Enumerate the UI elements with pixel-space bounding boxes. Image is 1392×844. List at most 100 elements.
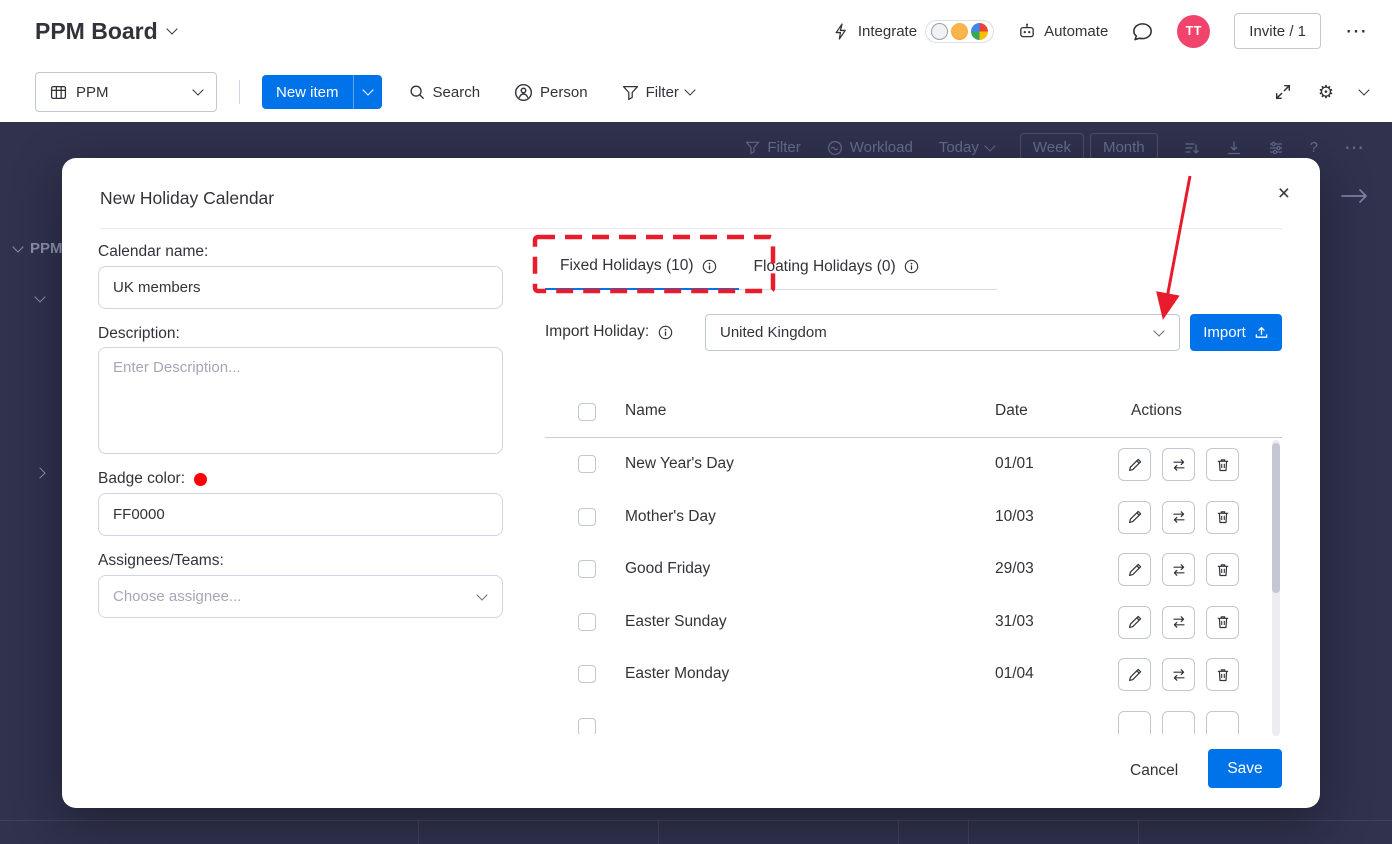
edit-button[interactable] [1118,501,1151,534]
sort-icon [1184,140,1200,156]
holiday-date: 01/04 [995,665,1034,683]
holiday-name: Easter Monday [625,665,729,683]
select-all-checkbox[interactable] [578,403,596,421]
edit-button[interactable] [1118,711,1151,735]
holiday-tabs: Fixed Holidays (10) Floating Holidays (0… [545,246,997,290]
new-item-dropdown-arrow[interactable] [353,75,382,109]
invite-button[interactable]: Invite / 1 [1234,13,1321,49]
delete-button[interactable] [1206,501,1239,534]
column-header-date: Date [995,402,1028,420]
assignees-label: Assignees/Teams: [98,552,224,570]
person-filter-button[interactable]: Person [514,83,588,102]
chevron-down-icon [34,291,45,302]
swap-button[interactable] [1162,711,1195,735]
row-checkbox[interactable] [578,718,596,735]
cancel-button[interactable]: Cancel [1120,756,1188,786]
edit-button[interactable] [1118,606,1151,639]
delete-button[interactable] [1206,658,1239,691]
avatar[interactable]: TT [1177,15,1210,48]
automate-button[interactable]: Automate [1018,22,1108,40]
trash-icon [1215,667,1231,683]
person-icon [514,83,533,102]
assignees-select[interactable]: Choose assignee... [98,575,503,618]
info-icon[interactable] [658,325,673,340]
swap-button[interactable] [1162,448,1195,481]
import-button[interactable]: Import [1190,314,1282,351]
badge-color-label: Badge color: [98,470,207,488]
assignees-label-text: Assignees/Teams: [98,552,224,570]
info-icon[interactable] [702,259,717,274]
settings-sliders-icon [1268,140,1284,156]
tab-fixed-holidays[interactable]: Fixed Holidays (10) [545,246,739,290]
import-button-label: Import [1203,324,1246,341]
table-view-icon [50,84,67,101]
badge-color-dot [194,473,207,486]
column-header-name: Name [625,402,666,420]
chevron-down-icon [476,589,487,600]
row-checkbox[interactable] [578,508,596,526]
table-scrollbar-track[interactable] [1272,440,1280,736]
board-group-text: PPM [30,240,63,257]
close-icon[interactable]: × [1278,182,1290,206]
delete-button[interactable] [1206,606,1239,639]
board-gridline [898,820,899,844]
save-button[interactable]: Save [1208,749,1282,788]
trash-icon [1215,457,1231,473]
edit-button[interactable] [1118,658,1151,691]
new-holiday-calendar-modal: New Holiday Calendar × Calendar name: De… [62,158,1320,808]
import-holiday-label-text: Import Holiday: [545,323,649,341]
board-today-label: Today [939,139,979,156]
tab-floating-holidays[interactable]: Floating Holidays (0) [739,246,941,289]
trash-icon [1215,562,1231,578]
expand-icon[interactable] [1274,83,1292,101]
table-row: Mother's Day 10/03 [545,491,1282,544]
delete-button[interactable] [1206,553,1239,586]
chevron-down-icon[interactable] [1358,84,1369,95]
swap-button[interactable] [1162,553,1195,586]
integrate-label: Integrate [858,23,917,40]
gear-icon[interactable]: ⚙ [1318,82,1334,103]
calendar-name-input[interactable] [98,266,503,309]
more-options-button[interactable]: ⋯ [1345,26,1368,36]
chevron-down-icon [192,84,203,95]
swap-button[interactable] [1162,501,1195,534]
swap-button[interactable] [1162,606,1195,639]
search-button[interactable]: Search [408,83,481,101]
trash-icon [1215,614,1231,630]
board-view-select[interactable]: PPM [35,72,217,112]
workload-icon [827,140,843,156]
edit-button[interactable] [1118,448,1151,481]
info-icon[interactable] [904,259,919,274]
row-checkbox[interactable] [578,613,596,631]
chevron-right-icon [34,467,45,478]
edit-button[interactable] [1118,553,1151,586]
robot-icon [1018,22,1036,40]
description-textarea[interactable] [98,347,503,454]
badge-color-input[interactable] [98,493,503,536]
table-row: New Year's Day 01/01 [545,438,1282,491]
integrate-button[interactable]: Integrate [833,20,994,43]
board-toolbar: PPM New item Search [0,62,1392,122]
trash-icon [1215,509,1231,525]
row-checkbox[interactable] [578,560,596,578]
filter-button[interactable]: Filter [622,84,694,101]
board-filter-label: Filter [767,139,800,156]
delete-button[interactable] [1206,448,1239,481]
holiday-date: 29/03 [995,560,1034,578]
import-country-select[interactable]: United Kingdom [705,314,1180,351]
modal-title: New Holiday Calendar [100,188,274,209]
table-scrollbar-thumb[interactable] [1272,443,1280,593]
new-item-button[interactable]: New item [262,75,382,109]
pencil-icon [1127,667,1143,683]
board-title-group[interactable]: PPM Board [35,18,176,45]
page-title: PPM Board [35,18,158,45]
row-checkbox[interactable] [578,455,596,473]
holiday-date: 01/01 [995,455,1034,473]
board-group-label: PPM [14,240,63,257]
calendar-name-label: Calendar name: [98,243,208,261]
import-holiday-label: Import Holiday: [545,323,673,341]
delete-button[interactable] [1206,711,1239,735]
swap-button[interactable] [1162,658,1195,691]
chat-icon[interactable] [1132,21,1153,42]
row-checkbox[interactable] [578,665,596,683]
